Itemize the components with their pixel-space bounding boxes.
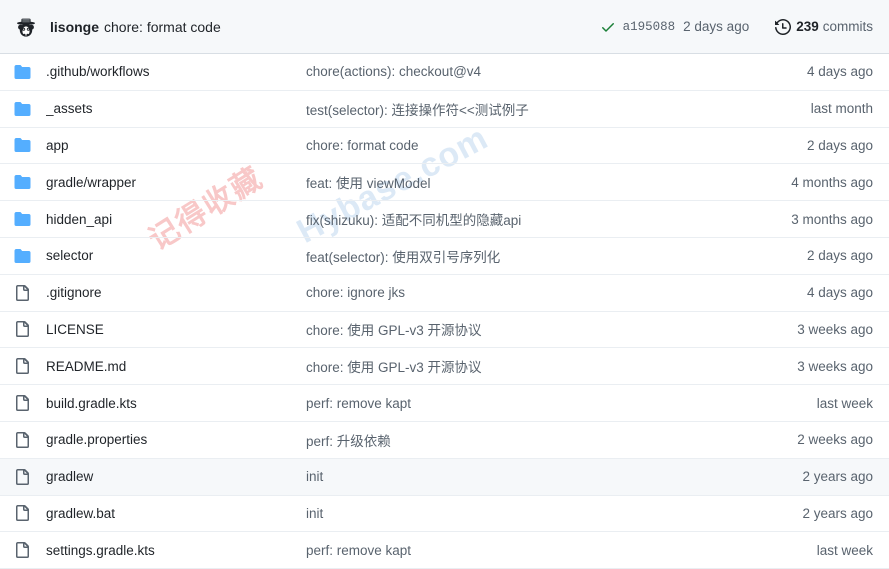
latest-commit-header: lisonge chore: format code a195088 2 day… [0, 0, 889, 54]
table-row[interactable]: .gitignore chore: ignore jks 4 days ago [0, 275, 889, 312]
file-icon [16, 542, 29, 559]
file-commit-age: 2 years ago [802, 505, 873, 521]
file-icon-cell [14, 284, 46, 301]
check-icon[interactable] [600, 19, 616, 35]
file-icon [16, 468, 29, 485]
file-commit-message[interactable]: chore: ignore jks [306, 285, 743, 300]
file-commit-message[interactable]: fix(shizuku): 适配不同机型的隐藏api [306, 209, 743, 229]
file-commit-age: last week [816, 395, 873, 411]
file-commit-message[interactable]: perf: remove kapt [306, 396, 743, 411]
file-icon-cell [14, 395, 46, 412]
history-icon[interactable] [775, 18, 792, 35]
file-commit-message[interactable]: chore: format code [306, 138, 743, 153]
table-row[interactable]: build.gradle.kts perf: remove kapt last we… [0, 385, 889, 422]
file-name-link[interactable]: LICENSE [46, 322, 306, 337]
table-row[interactable]: _assets test(selector): 连接操作符<<测试例子 last m… [0, 91, 889, 128]
folder-icon-cell [14, 64, 46, 80]
table-row[interactable]: gradlew init 2 years ago [0, 458, 889, 496]
table-row[interactable]: .github/workflows chore(actions): checkou… [0, 54, 889, 91]
file-commit-message[interactable]: feat: 使用 viewModel [306, 172, 743, 192]
file-commit-message[interactable]: test(selector): 连接操作符<<测试例子 [306, 99, 743, 119]
folder-icon [14, 212, 31, 227]
file-commit-age: 2 days ago [806, 248, 873, 264]
commit-count: 239 [796, 19, 819, 34]
file-name-link[interactable]: .github/workflows [46, 64, 306, 79]
folder-icon-cell [14, 211, 46, 227]
commits-label[interactable]: commits [823, 19, 873, 34]
file-icon-cell [14, 542, 46, 559]
file-name-link[interactable]: app [46, 138, 306, 153]
file-commit-message[interactable]: chore(actions): checkout@v4 [306, 64, 743, 79]
file-icon [16, 321, 29, 338]
file-commit-age: 2 years ago [802, 469, 873, 485]
file-name-link[interactable]: build.gradle.kts [46, 396, 306, 411]
file-icon-cell [14, 431, 46, 448]
file-commit-message[interactable]: init [306, 469, 743, 484]
table-row[interactable]: gradle/wrapper feat: 使用 viewModel 4 months… [0, 164, 889, 202]
file-commit-age: 4 months ago [791, 174, 873, 190]
file-commit-age: 4 days ago [806, 64, 873, 80]
table-row[interactable]: README.md chore: 使用 GPL-v3 开源协议 3 weeks ag… [0, 348, 889, 386]
folder-icon-cell [14, 101, 46, 117]
folder-icon [14, 138, 31, 153]
file-commit-message[interactable]: init [306, 506, 743, 521]
file-icon-cell [14, 321, 46, 338]
table-row[interactable]: LICENSE chore: 使用 GPL-v3 开源协议 3 weeks ago [0, 312, 889, 349]
file-icon [16, 284, 29, 301]
file-commit-age: last week [816, 542, 873, 558]
file-commit-age: 4 days ago [806, 285, 873, 301]
file-commit-age: 3 months ago [791, 211, 873, 227]
commit-author[interactable]: lisonge [50, 19, 99, 35]
file-commit-message[interactable]: feat(selector): 使用双引号序列化 [306, 246, 743, 266]
file-name-link[interactable]: selector [46, 248, 306, 263]
file-commit-age: last month [810, 101, 873, 117]
user-avatar[interactable] [14, 15, 38, 39]
file-icon-cell [14, 358, 46, 375]
file-icon [16, 431, 29, 448]
commit-message[interactable]: chore: format code [104, 19, 221, 35]
file-name-link[interactable]: settings.gradle.kts [46, 543, 306, 558]
file-icon [16, 505, 29, 522]
file-icon-cell [14, 468, 46, 485]
file-list: .github/workflows chore(actions): checkou… [0, 54, 889, 569]
table-row[interactable]: hidden_api fix(shizuku): 适配不同机型的隐藏api 3 mo… [0, 201, 889, 238]
file-name-link[interactable]: gradlew [46, 469, 306, 484]
table-row[interactable]: app chore: format code 2 days ago [0, 128, 889, 165]
file-commit-message[interactable]: chore: 使用 GPL-v3 开源协议 [306, 356, 743, 376]
folder-icon-cell [14, 137, 46, 153]
table-row[interactable]: gradlew.bat init 2 years ago [0, 496, 889, 533]
file-name-link[interactable]: hidden_api [46, 212, 306, 227]
folder-icon [14, 175, 31, 190]
file-commit-message[interactable]: perf: 升级依赖 [306, 430, 743, 450]
folder-icon [14, 248, 31, 263]
folder-icon [14, 64, 31, 79]
file-commit-message[interactable]: chore: 使用 GPL-v3 开源协议 [306, 319, 743, 339]
table-row[interactable]: selector feat(selector): 使用双引号序列化 2 days a… [0, 238, 889, 275]
file-name-link[interactable]: gradlew.bat [46, 506, 306, 521]
folder-icon [14, 101, 31, 116]
folder-icon-cell [14, 174, 46, 190]
file-icon [16, 358, 29, 375]
file-commit-age: 2 days ago [806, 137, 873, 153]
commit-sha[interactable]: a195088 [623, 20, 676, 34]
file-commit-message[interactable]: perf: remove kapt [306, 543, 743, 558]
commit-date: 2 days ago [683, 19, 750, 34]
file-icon-cell [14, 505, 46, 522]
file-name-link[interactable]: .gitignore [46, 285, 306, 300]
folder-icon-cell [14, 248, 46, 264]
file-commit-age: 2 weeks ago [797, 432, 873, 448]
file-commit-age: 3 weeks ago [797, 321, 873, 337]
file-name-link[interactable]: _assets [46, 101, 306, 116]
table-row[interactable]: gradle.properties perf: 升级依赖 2 weeks ago [0, 422, 889, 459]
file-icon [16, 395, 29, 412]
file-name-link[interactable]: gradle/wrapper [46, 175, 306, 190]
table-row[interactable]: settings.gradle.kts perf: remove kapt last… [0, 532, 889, 569]
file-name-link[interactable]: gradle.properties [46, 432, 306, 447]
header-meta: a195088 2 days ago 239 commits [600, 18, 873, 35]
file-commit-age: 3 weeks ago [797, 358, 873, 374]
file-name-link[interactable]: README.md [46, 359, 306, 374]
